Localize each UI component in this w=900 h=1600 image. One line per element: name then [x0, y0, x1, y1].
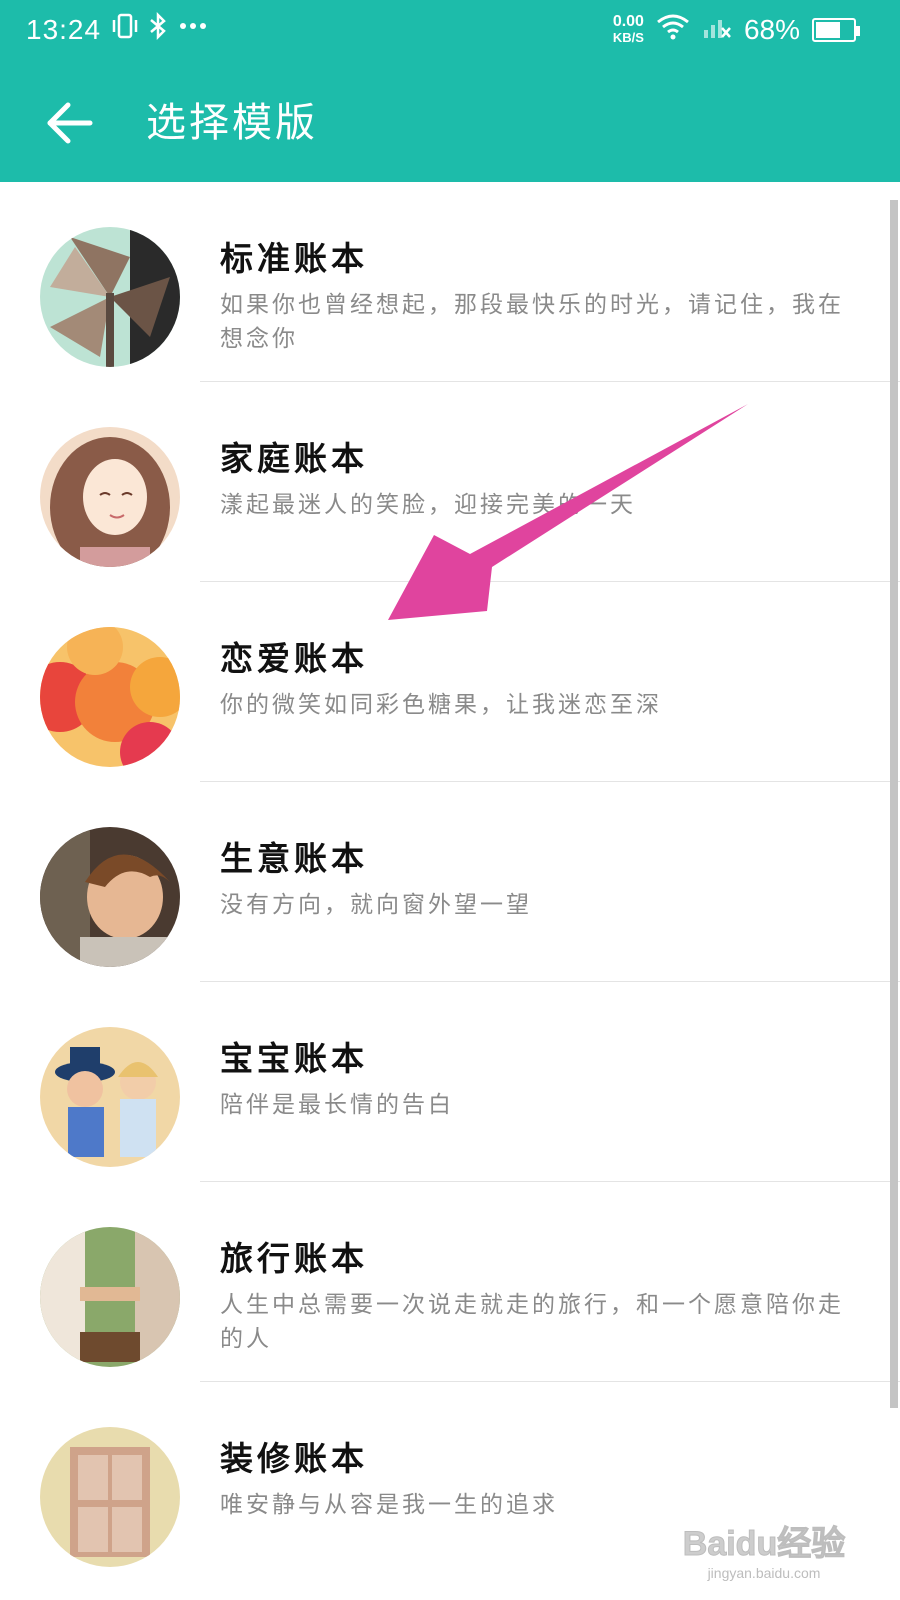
template-item-business[interactable]: 生意账本 没有方向，就向窗外望一望: [0, 782, 900, 982]
app-bar: 选择模版: [0, 62, 900, 182]
template-desc: 漾起最迷人的笑脸，迎接完美的一天: [220, 492, 636, 518]
back-arrow-icon: [47, 102, 93, 144]
battery-icon: [812, 17, 860, 42]
status-bar: 13:24 0.00 KB/S 68%: [0, 0, 900, 62]
back-button[interactable]: [44, 98, 98, 148]
status-time: 13:24: [26, 14, 102, 45]
pinwheel-avatar: [40, 227, 180, 367]
template-item-baby[interactable]: 宝宝账本 陪伴是最长情的告白: [0, 982, 900, 1182]
status-left-icons: [112, 11, 208, 47]
template-list: 标准账本 如果你也曾经想起，那段最快乐的时光，请记住，我在想念你 家庭账本 漾起…: [0, 182, 900, 1582]
watermark-url: jingyan.baidu.com: [707, 1565, 821, 1581]
template-desc: 陪伴是最长情的告白: [220, 1092, 454, 1118]
couple-photo-avatar: [40, 1227, 180, 1367]
template-item-love[interactable]: 恋爱账本 你的微笑如同彩色糖果，让我迷恋至深: [0, 582, 900, 782]
girl-illustration-avatar: [40, 427, 180, 567]
scrollbar[interactable]: [890, 200, 898, 1408]
template-desc: 你的微笑如同彩色糖果，让我迷恋至深: [220, 692, 662, 718]
signal-icon: [702, 12, 732, 47]
candy-avatar: [40, 627, 180, 767]
kids-photo-avatar: [40, 1027, 180, 1167]
more-dots-icon: [178, 12, 208, 47]
template-desc: 如果你也曾经想起，那段最快乐的时光，请记住，我在想念你: [220, 292, 844, 352]
template-title: 标准账本: [220, 239, 368, 278]
watermark: Baidu经验 jingyan.baidu.com: [674, 1516, 854, 1586]
template-title: 装修账本: [220, 1439, 368, 1478]
vibrate-icon: [112, 12, 138, 47]
template-title: 恋爱账本: [220, 639, 368, 678]
battery-tip: [856, 25, 860, 36]
door-photo-avatar: [40, 1427, 180, 1567]
battery-percent: 68%: [743, 13, 800, 45]
template-item-family[interactable]: 家庭账本 漾起最迷人的笑脸，迎接完美的一天: [0, 382, 900, 582]
battery-level: [816, 21, 840, 38]
bluetooth-icon: [148, 11, 168, 47]
template-desc: 人生中总需要一次说走就走的旅行，和一个愿意陪你走的人: [220, 1292, 844, 1352]
template-title: 宝宝账本: [220, 1039, 368, 1078]
wifi-icon: [656, 12, 690, 47]
net-speed-unit: KB/S: [612, 29, 644, 45]
net-speed-value: 0.00: [612, 12, 644, 30]
net-speed: 0.00 KB/S: [612, 12, 644, 46]
page-title: 选择模版: [146, 100, 318, 146]
template-desc: 没有方向，就向窗外望一望: [220, 892, 532, 918]
boy-photo-avatar: [40, 827, 180, 967]
status-right: 0.00 KB/S 68%: [612, 12, 860, 47]
template-title: 生意账本: [220, 839, 368, 878]
watermark-logo: Baidu经验: [682, 1525, 846, 1564]
template-item-travel[interactable]: 旅行账本 人生中总需要一次说走就走的旅行，和一个愿意陪你走的人: [0, 1182, 900, 1382]
template-title: 家庭账本: [220, 439, 368, 478]
template-title: 旅行账本: [220, 1239, 368, 1278]
template-item-standard[interactable]: 标准账本 如果你也曾经想起，那段最快乐的时光，请记住，我在想念你: [0, 182, 900, 382]
